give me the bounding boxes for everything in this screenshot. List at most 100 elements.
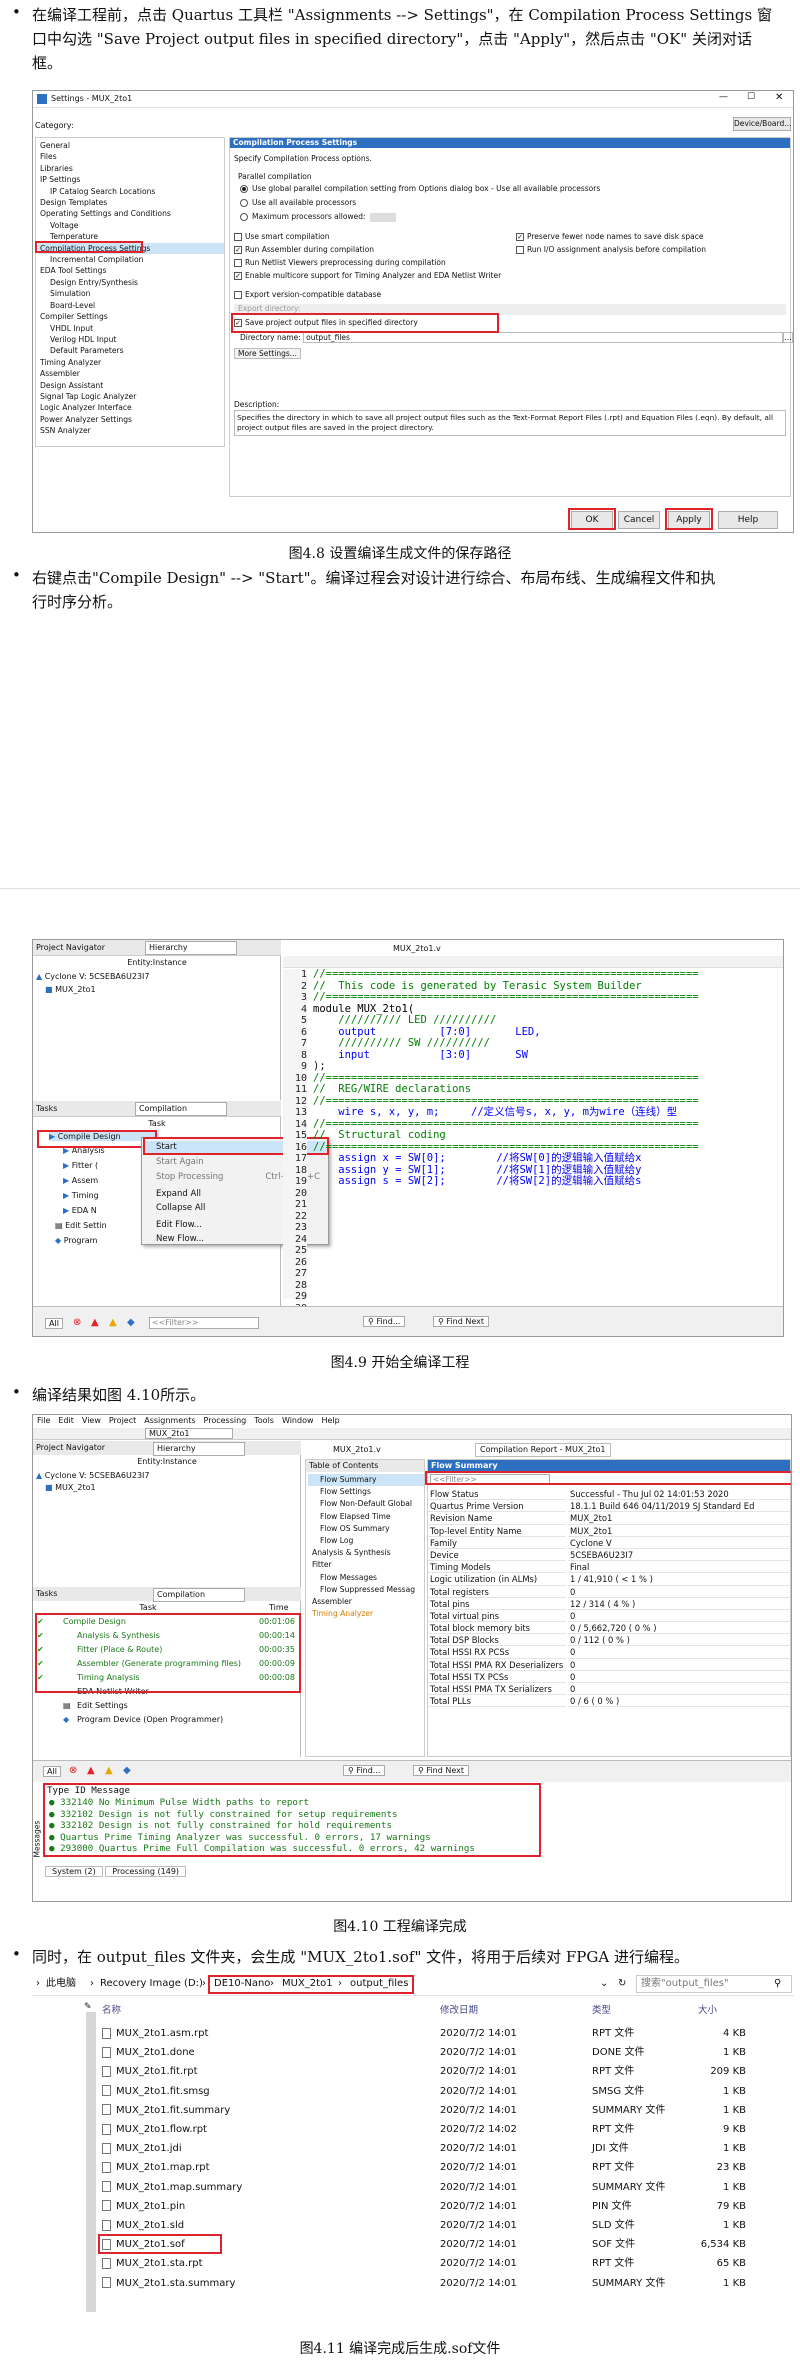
more-settings-button[interactable]: More Settings... [234, 348, 301, 359]
radio-all[interactable]: Use all available processors [240, 198, 356, 207]
browse-icon[interactable]: … [783, 332, 793, 343]
col-date[interactable]: 修改日期 [440, 2002, 478, 2016]
check-io[interactable]: Run I/O assignment analysis before compi… [516, 245, 706, 254]
close-icon[interactable]: ✕ [775, 92, 783, 103]
file-row[interactable]: MUX_2to1.fit.rpt 2020/7/2 14:01 RPT 文件 209 … [102, 2062, 746, 2081]
module-item[interactable]: ■ MUX_2to1 [45, 985, 96, 994]
maximize-icon[interactable]: ☐ [747, 92, 755, 102]
task-item[interactable]: ▤ Edit Settin [55, 1221, 107, 1230]
search-box[interactable]: 搜索"output_files" [636, 1975, 792, 1993]
tree-item[interactable]: EDA Tool Settings [38, 265, 224, 276]
toc-item[interactable]: Flow Messages [308, 1572, 424, 1584]
find-button[interactable]: ⚲ Find... [343, 1765, 386, 1776]
toc-item[interactable]: Flow Elapsed Time [308, 1511, 424, 1523]
col-name[interactable]: 名称 [102, 2002, 121, 2016]
tab-verilog[interactable]: MUX_2to1.v [333, 1443, 381, 1457]
menu-file[interactable]: File [37, 1416, 50, 1425]
tree-item[interactable]: Design Templates [38, 197, 224, 208]
tab-compilation-report[interactable]: Compilation Report - MUX_2to1 [475, 1443, 611, 1457]
file-row[interactable]: MUX_2to1.map.rpt 2020/7/2 14:01 RPT 文件 23 K… [102, 2158, 746, 2177]
file-row[interactable]: MUX_2to1.fit.summary 2020/7/2 14:01 SUMMAR… [102, 2101, 746, 2120]
menu-tools[interactable]: Tools [254, 1416, 274, 1425]
menu-new-flow[interactable]: New Flow... [144, 1233, 204, 1246]
compilation-dropdown[interactable]: Compilation [135, 1102, 227, 1116]
file-row[interactable]: MUX_2to1.jdi 2020/7/2 14:01 JDI 文件 1 KB [102, 2139, 746, 2158]
refresh-icon[interactable]: ↻ [618, 1974, 626, 1994]
check-smart[interactable]: Use smart compilation [234, 232, 330, 241]
toc-item[interactable]: Flow Suppressed Messag [308, 1584, 424, 1596]
tree-item[interactable]: Power Analyzer Settings [38, 414, 224, 425]
device-item[interactable]: ▲ Cyclone V: 5CSEBA6U23I7 [36, 1471, 149, 1480]
editor-tab[interactable]: MUX_2to1.v [293, 942, 533, 956]
tree-item[interactable]: Incremental Compilation [38, 254, 224, 265]
file-row[interactable]: MUX_2to1.sta.summary 2020/7/2 14:01 SUMMAR… [102, 2274, 746, 2293]
max-processors-input[interactable] [369, 212, 396, 222]
warning-filter-icon[interactable]: ▲ [109, 1317, 117, 1328]
toc-item[interactable]: Flow Summary [308, 1474, 424, 1487]
check-preserve[interactable]: ✓ Preserve fewer node names to save disk … [516, 232, 703, 241]
breadcrumb-pc[interactable]: 此电脑 [46, 1974, 76, 1994]
menu-help[interactable]: Help [322, 1416, 340, 1425]
critical-filter-icon[interactable]: ▲ [87, 1765, 95, 1776]
col-size[interactable]: 大小 [698, 2002, 717, 2016]
tree-item[interactable]: SSN Analyzer [38, 425, 224, 436]
critical-filter-icon[interactable]: ▲ [91, 1317, 99, 1328]
toc-item[interactable]: Timing Analyzer [308, 1608, 424, 1620]
menu-view[interactable]: View [82, 1416, 101, 1425]
cancel-button[interactable]: Cancel [618, 511, 660, 529]
task-row[interactable]: ▤ Edit Settings [37, 1701, 299, 1713]
find-next-button[interactable]: ⚲ Find Next [413, 1765, 469, 1776]
file-row[interactable]: MUX_2to1.sta.rpt 2020/7/2 14:01 RPT 文件 65 K… [102, 2254, 746, 2273]
compilation-dropdown[interactable]: Compilation [153, 1588, 245, 1602]
tree-item[interactable]: Verilog HDL Input [38, 334, 224, 345]
tree-item[interactable]: Libraries [38, 163, 224, 174]
module-item[interactable]: ■ MUX_2to1 [45, 1483, 96, 1492]
find-button[interactable]: ⚲ Find... [363, 1316, 406, 1327]
task-item[interactable]: ▶ Fitter ( [63, 1161, 98, 1170]
file-row[interactable]: MUX_2to1.done 2020/7/2 14:01 DONE 文件 1 KB [102, 2043, 746, 2062]
file-row[interactable]: MUX_2to1.map.summary 2020/7/2 14:01 SUMMAR… [102, 2178, 746, 2197]
info-filter-icon[interactable]: ◆ [127, 1317, 135, 1328]
check-assembler[interactable]: ✓ Run Assembler during compilation [234, 245, 374, 254]
tree-item[interactable]: Simulation [38, 288, 224, 299]
menu-project[interactable]: Project [109, 1416, 136, 1425]
dir-name-input[interactable]: output_files [303, 332, 784, 343]
tree-item[interactable]: Assembler [38, 368, 224, 379]
filter-input[interactable]: <<Filter>> [149, 1317, 259, 1329]
menu-processing[interactable]: Processing [204, 1416, 247, 1425]
menu-window[interactable]: Window [282, 1416, 314, 1425]
tree-item[interactable]: IP Catalog Search Locations [38, 186, 224, 197]
tab-system[interactable]: System (2) [45, 1866, 103, 1877]
file-row[interactable]: MUX_2to1.pin 2020/7/2 14:01 PIN 文件 79 KB [102, 2197, 746, 2216]
breadcrumb-drive[interactable]: Recovery Image (D:) [100, 1974, 203, 1994]
file-row[interactable]: MUX_2to1.sld 2020/7/2 14:01 SLD 文件 1 KB [102, 2216, 746, 2235]
toc-item[interactable]: Assembler [308, 1596, 424, 1608]
all-button[interactable]: All [45, 1318, 63, 1329]
tab-processing[interactable]: Processing (149) [105, 1866, 187, 1877]
radio-global[interactable]: Use global parallel compilation setting … [240, 184, 600, 193]
tree-item[interactable]: Board-Level [38, 300, 224, 311]
tree-item[interactable]: Design Assistant [38, 380, 224, 391]
pin-icon[interactable]: ✎ [84, 2002, 92, 2012]
error-filter-icon[interactable]: ⊗ [69, 1765, 77, 1776]
task-item[interactable]: ▶ Timing [63, 1191, 99, 1200]
code-editor[interactable]: //======================================… [313, 969, 783, 1299]
tree-item[interactable]: Compiler Settings [38, 311, 224, 322]
tree-item[interactable]: Files [38, 151, 224, 162]
tree-item[interactable]: Timing Analyzer [38, 357, 224, 368]
radio-max[interactable]: Maximum processors allowed: [240, 212, 396, 222]
task-row[interactable]: ◆ Program Device (Open Programmer) [37, 1715, 299, 1727]
device-item[interactable]: ▲ Cyclone V: 5CSEBA6U23I7 [36, 972, 149, 981]
check-export[interactable]: Export version-compatible database [234, 290, 381, 299]
menu-collapse-all[interactable]: Collapse All [144, 1202, 205, 1215]
toc-item[interactable]: Analysis & Synthesis [308, 1547, 424, 1559]
toc-item[interactable]: Flow Non-Default Global [308, 1498, 424, 1510]
tree-item[interactable]: General [38, 140, 224, 151]
menu-edit-flow[interactable]: Edit Flow... [144, 1219, 202, 1232]
toc-item[interactable]: Flow OS Summary [308, 1523, 424, 1535]
check-netlist[interactable]: Run Netlist Viewers preprocessing during… [234, 258, 446, 267]
hierarchy-dropdown[interactable]: Hierarchy [145, 941, 237, 955]
help-button[interactable]: Help [718, 511, 778, 529]
tree-item[interactable]: Design Entry/Synthesis [38, 277, 224, 288]
error-filter-icon[interactable]: ⊗ [73, 1317, 81, 1328]
